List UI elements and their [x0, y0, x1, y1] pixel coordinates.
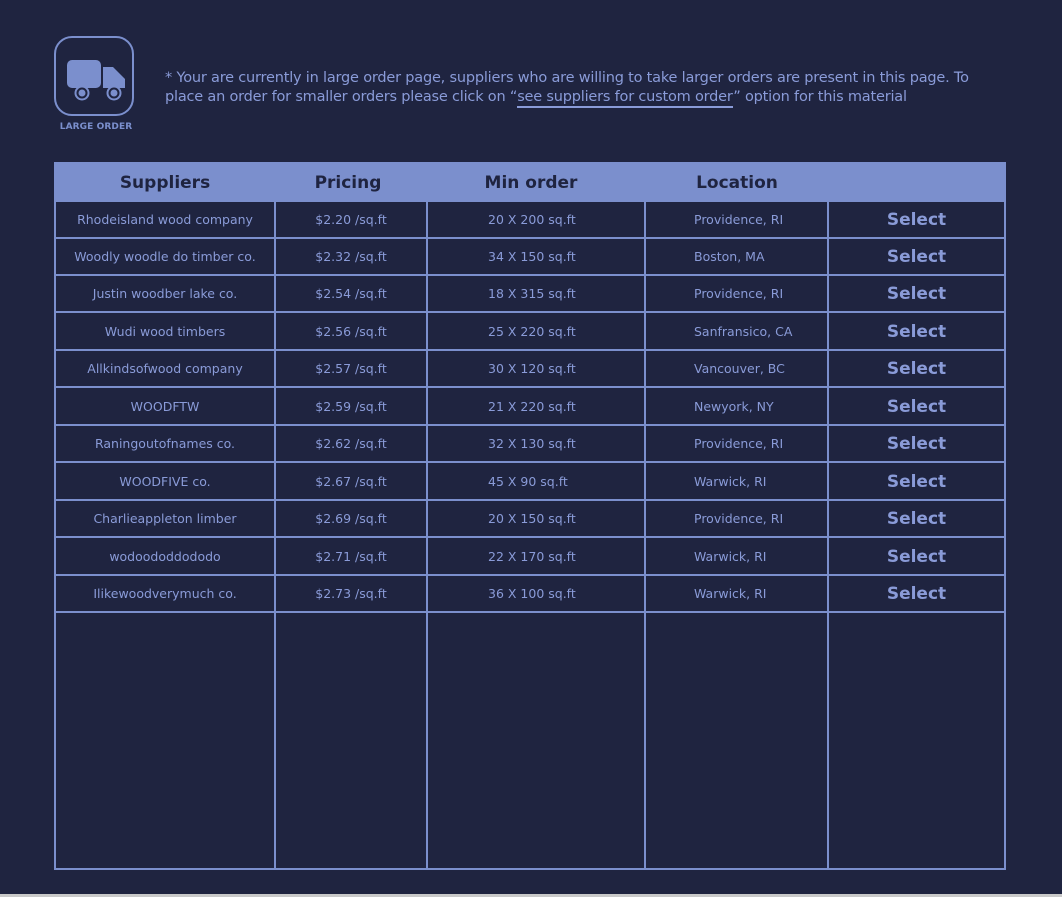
select-button[interactable]: Select	[829, 464, 1004, 500]
select-button[interactable]: Select	[829, 202, 1004, 238]
table-row: WOODFTW $2.59 /sq.ft 21 X 220 sq.ft Newyork…	[56, 389, 1004, 425]
supplier-name: WOODFTW	[130, 399, 200, 414]
row-divider	[56, 461, 1004, 463]
supplier-name: Rhodeisland wood company	[77, 212, 253, 227]
table-row: WOODFIVE co. $2.67 /sq.ft 45 X 90 sq.ft War…	[56, 464, 1004, 500]
price-cell: $2.71 /sq.ft	[315, 549, 387, 564]
suppliers-table: Suppliers Pricing Min order Location Rho…	[54, 162, 1006, 870]
select-button[interactable]: Select	[829, 276, 1004, 312]
price-cell: $2.73 /sq.ft	[315, 586, 387, 601]
supplier-name: Charlieappleton limber	[93, 511, 237, 526]
notice-text-after: ” option for this material	[733, 89, 907, 105]
select-button[interactable]: Select	[829, 576, 1004, 612]
header-pricing: Pricing	[314, 173, 382, 193]
supplier-name: Ilikewoodverymuch co.	[93, 586, 237, 601]
price-cell: $2.62 /sq.ft	[315, 436, 387, 451]
price-cell: $2.20 /sq.ft	[315, 212, 387, 227]
supplier-name: Raningoutofnames co.	[94, 436, 236, 451]
table-row: Allkindsofwood company $2.57 /sq.ft 30 X 1…	[56, 351, 1004, 387]
supplier-name: Woodly woodle do timber co.	[74, 249, 256, 264]
table-row: Ilikewoodverymuch co. $2.73 /sq.ft 36 X 10…	[56, 576, 1004, 612]
price-cell: $2.57 /sq.ft	[315, 361, 387, 376]
select-button[interactable]: Select	[829, 389, 1004, 425]
row-divider	[56, 611, 1004, 613]
price-cell: $2.67 /sq.ft	[315, 474, 387, 489]
table-row: Wudi wood timbers $2.56 /sq.ft 25 X 220 sq…	[56, 314, 1004, 350]
table-header: Suppliers Pricing Min order Location	[56, 164, 1004, 202]
header-location: Location	[696, 173, 778, 193]
supplier-name: Wudi wood timbers	[104, 324, 226, 339]
table-row: Rhodeisland wood company $2.20 /sq.ft 20 X…	[56, 202, 1004, 238]
select-button[interactable]: Select	[829, 351, 1004, 387]
table-row: Raningoutofnames co. $2.62 /sq.ft 32 X 130…	[56, 426, 1004, 462]
row-divider	[56, 386, 1004, 388]
table-row: Justin woodber lake co. $2.54 /sq.ft 18 X …	[56, 276, 1004, 312]
select-button[interactable]: Select	[829, 539, 1004, 575]
supplier-name: Justin woodber lake co.	[92, 286, 238, 301]
large-order-badge	[54, 36, 134, 116]
price-cell: $2.69 /sq.ft	[315, 511, 387, 526]
header-suppliers: Suppliers	[119, 173, 211, 193]
badge-label: LARGE ORDER	[59, 122, 133, 132]
supplier-name: Allkindsofwood company	[87, 361, 243, 376]
supplier-name: wodoododdododo	[109, 549, 221, 564]
large-order-notice: * Your are currently in large order page…	[165, 69, 995, 108]
truck-icon	[67, 60, 125, 101]
select-button[interactable]: Select	[829, 501, 1004, 537]
price-cell: $2.56 /sq.ft	[315, 324, 387, 339]
select-button[interactable]: Select	[829, 239, 1004, 275]
table-row: wodoododdododo $2.71 /sq.ft 22 X 170 sq.ft…	[56, 539, 1004, 575]
price-cell: $2.54 /sq.ft	[315, 286, 387, 301]
row-divider	[56, 536, 1004, 538]
table-row: Charlieappleton limber $2.69 /sq.ft 20 X 1…	[56, 501, 1004, 537]
select-button[interactable]: Select	[829, 314, 1004, 350]
custom-order-link[interactable]: see suppliers for custom order	[517, 89, 733, 108]
supplier-name: WOODFIVE co.	[119, 474, 211, 489]
row-divider	[56, 311, 1004, 313]
select-button[interactable]: Select	[829, 426, 1004, 462]
price-cell: $2.59 /sq.ft	[315, 399, 387, 414]
price-cell: $2.32 /sq.ft	[315, 249, 387, 264]
header-min-order: Min order	[484, 173, 578, 193]
table-row: Woodly woodle do timber co. $2.32 /sq.ft 3…	[56, 239, 1004, 275]
